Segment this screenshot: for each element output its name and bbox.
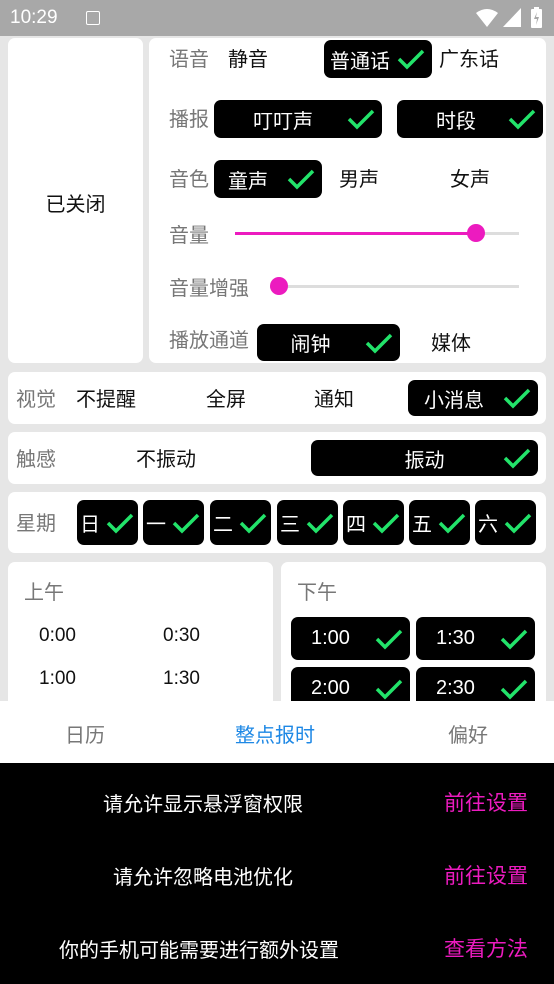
week-label: 星期 [16, 511, 56, 535]
check-icon [374, 627, 404, 651]
permission-overlay-text: 请允许显示悬浮窗权限 [103, 792, 303, 816]
channel-option-alarm[interactable]: 闹钟 [257, 324, 400, 361]
morning-time-slot[interactable]: 1:30 [163, 668, 200, 690]
permission-extra-text: 你的手机可能需要进行额外设置 [59, 938, 339, 962]
weekday-sat[interactable]: 六 [475, 500, 536, 545]
haptic-option-vibrate[interactable]: 振动 [311, 440, 538, 476]
volume-slider-fill [235, 232, 476, 235]
morning-time-slot[interactable]: 1:00 [39, 668, 76, 690]
weekday-mon[interactable]: 一 [143, 500, 204, 545]
weekday-thu[interactable]: 四 [343, 500, 404, 545]
tab-calendar[interactable]: 日历 [65, 719, 105, 748]
check-icon [371, 511, 401, 535]
check-icon [437, 511, 467, 535]
tab-bar: 日历 整点报时 偏好 [0, 701, 554, 763]
notification-icon [86, 11, 100, 25]
visual-option-notification[interactable]: 通知 [314, 387, 354, 411]
status-bar: 10:29 [0, 0, 554, 36]
haptic-label: 触感 [16, 447, 56, 471]
visual-option-small-message[interactable]: 小消息 [408, 380, 538, 416]
tab-hourly-chime[interactable]: 整点报时 [235, 719, 315, 748]
morning-time-slot[interactable]: 0:30 [163, 625, 200, 647]
timbre-label: 音色 [169, 167, 209, 191]
sound-settings-card: 语音 静音 普通话 广东话 播报 叮叮声 时段 音色 童声 男声 女声 音量 音… [149, 38, 546, 363]
channel-option-media[interactable]: 媒体 [431, 331, 471, 355]
check-icon [499, 627, 529, 651]
volume-boost-slider-track [270, 285, 519, 288]
permission-battery-settings-link[interactable]: 前往设置 [444, 860, 528, 890]
afternoon-times-card: 下午 1:00 1:30 2:00 2:30 [281, 562, 546, 722]
visual-option-none[interactable]: 不提醒 [76, 387, 136, 411]
weekday-sun[interactable]: 日 [77, 500, 138, 545]
volume-boost-slider[interactable] [270, 275, 519, 299]
timbre-option-child[interactable]: 童声 [214, 160, 322, 198]
weekday-wed[interactable]: 三 [277, 500, 338, 545]
voice-option-mute[interactable]: 静音 [228, 47, 268, 71]
wifi-icon [476, 8, 498, 28]
tab-preferences[interactable]: 偏好 [448, 719, 488, 748]
signal-icon [503, 8, 521, 27]
permission-overlay-settings-link[interactable]: 前往设置 [444, 787, 528, 817]
weekday-tue[interactable]: 二 [210, 500, 271, 545]
channel-label: 播放通道 [169, 328, 249, 352]
visual-label: 视觉 [16, 387, 56, 411]
volume-label: 音量 [169, 223, 209, 247]
timbre-option-male[interactable]: 男声 [339, 167, 379, 191]
volume-slider-thumb[interactable] [467, 224, 485, 242]
afternoon-time-slot[interactable]: 1:30 [416, 617, 535, 660]
haptic-option-off[interactable]: 不振动 [136, 447, 196, 471]
check-icon [286, 167, 316, 191]
check-icon [346, 107, 376, 131]
morning-time-slot[interactable]: 0:00 [39, 625, 76, 647]
voice-label: 语音 [169, 47, 209, 71]
check-icon [502, 446, 532, 470]
voice-option-mandarin[interactable]: 普通话 [324, 40, 432, 78]
timbre-option-female[interactable]: 女声 [450, 167, 490, 191]
visual-option-fullscreen[interactable]: 全屏 [206, 387, 246, 411]
power-toggle-card[interactable]: 已关闭 [8, 38, 143, 363]
check-icon [374, 677, 404, 701]
check-icon [499, 677, 529, 701]
power-status-label: 已关闭 [45, 192, 106, 216]
morning-times-card: 上午 0:00 0:30 1:00 1:30 [8, 562, 273, 722]
check-icon [105, 511, 135, 535]
volume-slider[interactable] [235, 222, 519, 246]
permission-panel: 请允许显示悬浮窗权限 前往设置 请允许忽略电池优化 前往设置 你的手机可能需要进… [0, 763, 554, 984]
check-icon [305, 511, 335, 535]
morning-label: 上午 [24, 580, 64, 604]
week-card: 星期 日 一 二 三 四 五 六 [8, 492, 546, 553]
permission-extra-help-link[interactable]: 查看方法 [444, 933, 528, 963]
check-icon [364, 331, 394, 355]
check-icon [171, 511, 201, 535]
afternoon-label: 下午 [297, 580, 337, 604]
status-time: 10:29 [10, 7, 58, 28]
permission-battery-text: 请允许忽略电池优化 [113, 865, 293, 889]
weekday-fri[interactable]: 五 [409, 500, 470, 545]
check-icon [507, 107, 537, 131]
afternoon-time-slot[interactable]: 1:00 [291, 617, 410, 660]
battery-icon [531, 7, 542, 28]
announce-label: 播报 [169, 107, 209, 131]
check-icon [396, 47, 426, 71]
check-icon [502, 386, 532, 410]
announce-option-chime[interactable]: 叮叮声 [214, 100, 382, 138]
visual-card: 视觉 不提醒 全屏 通知 小消息 [8, 372, 546, 424]
check-icon [503, 511, 533, 535]
haptic-card: 触感 不振动 振动 [8, 432, 546, 484]
announce-option-period[interactable]: 时段 [397, 100, 543, 138]
volume-boost-slider-thumb[interactable] [270, 277, 288, 295]
check-icon [238, 511, 268, 535]
voice-option-cantonese[interactable]: 广东话 [439, 47, 499, 71]
volume-boost-label: 音量增强 [169, 276, 249, 300]
